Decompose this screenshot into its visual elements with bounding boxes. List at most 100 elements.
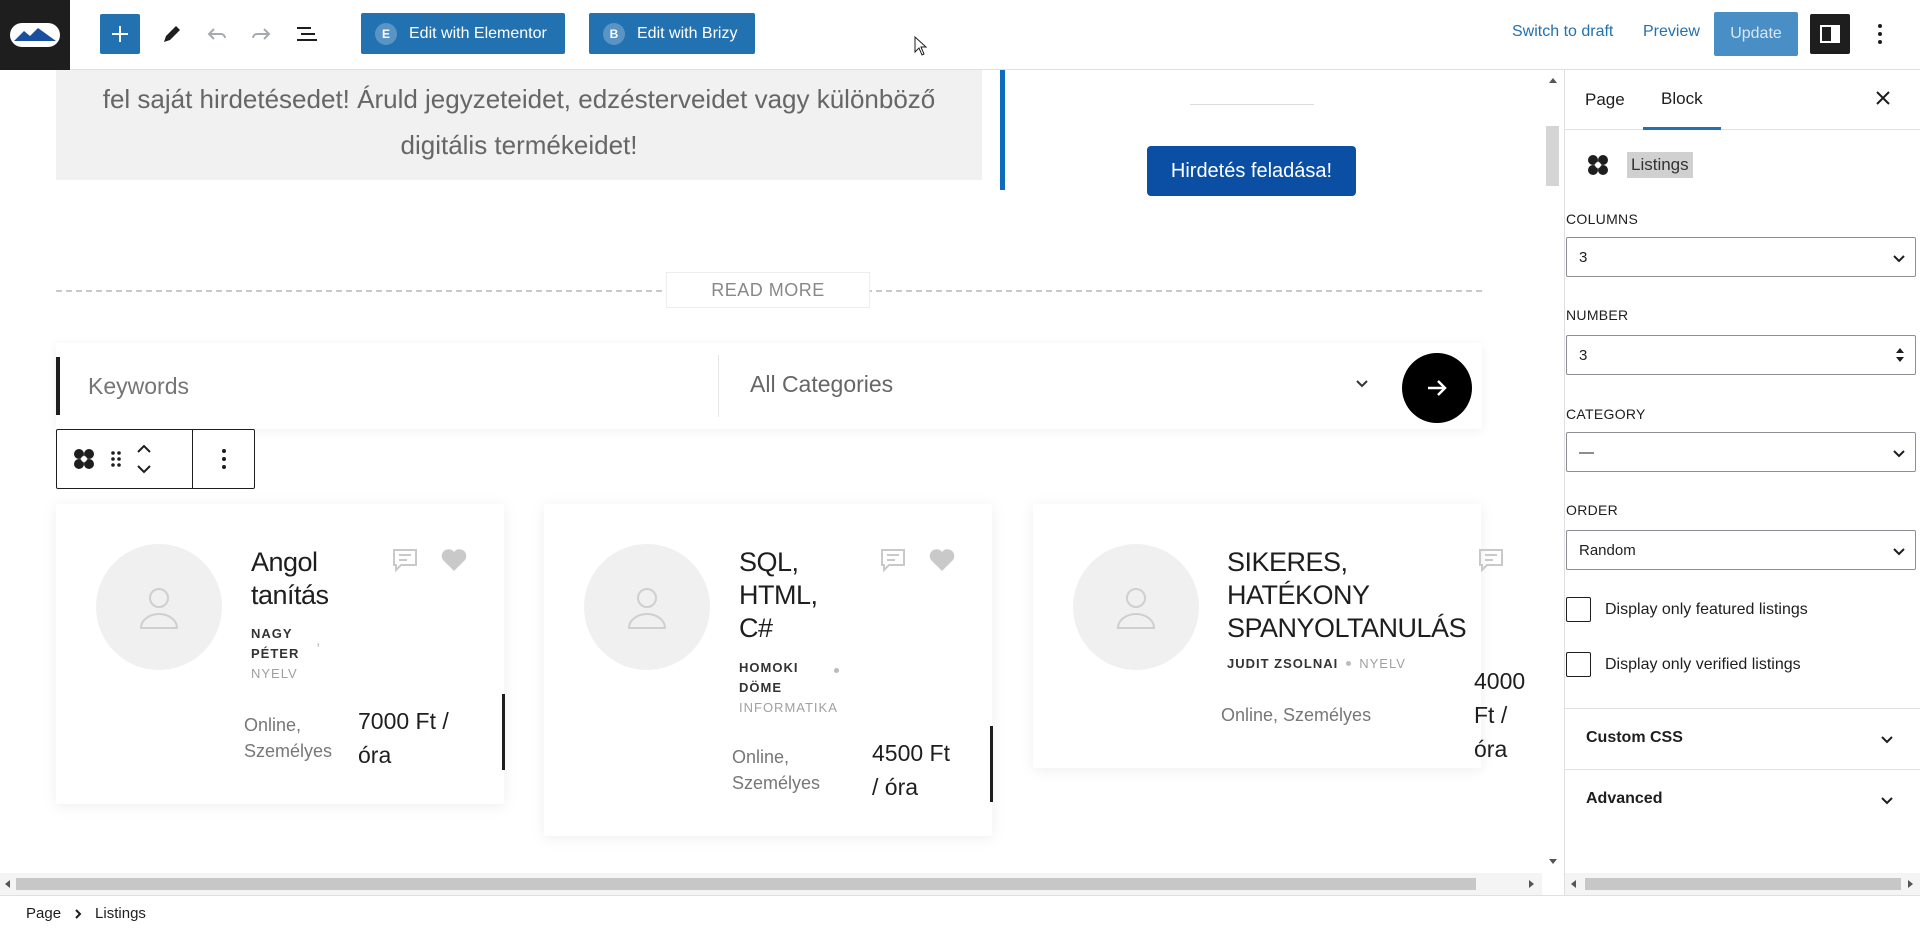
listing-card[interactable]: Angol tanítás NAGY PÉTER , NYELV Online,…: [56, 504, 505, 804]
message-icon[interactable]: [392, 548, 418, 572]
listing-location: Online, Személyes: [1221, 705, 1372, 725]
chevron-down-icon: [1893, 255, 1905, 263]
editor-canvas[interactable]: fel saját hirdetésedet! Áruld jegyzeteid…: [0, 70, 1542, 873]
move-up-down-icon[interactable]: [135, 441, 153, 477]
columns-value: 3: [1579, 248, 1588, 266]
card-edge: [502, 694, 505, 770]
canvas-vertical-scrollbar[interactable]: [1542, 70, 1564, 873]
category-select[interactable]: —: [1566, 432, 1916, 472]
message-icon[interactable]: [1478, 548, 1504, 572]
brizy-icon: B: [603, 22, 625, 45]
preview-button[interactable]: Preview: [1643, 23, 1700, 41]
number-input[interactable]: 3: [1566, 335, 1916, 375]
listing-price: 4500 Ft / óra: [872, 740, 950, 800]
arrow-right-icon: [1428, 380, 1447, 396]
order-select[interactable]: Random: [1566, 530, 1916, 570]
listing-author[interactable]: JUDIT ZSOLNAI: [1227, 656, 1338, 671]
panel-title: Custom CSS: [1586, 729, 1683, 746]
chevron-down-icon: [1893, 450, 1905, 458]
listing-title[interactable]: Angol tanítás: [251, 546, 351, 612]
listing-author[interactable]: HOMOKI DÖME: [739, 658, 819, 698]
keywords-input[interactable]: [88, 343, 728, 429]
site-logo[interactable]: [0, 0, 70, 70]
editor-top-bar: E Edit with Elementor B Edit with Brizy …: [0, 0, 1920, 70]
read-more-button[interactable]: READ MORE: [666, 272, 870, 308]
category-select[interactable]: All Categories: [750, 371, 893, 398]
listing-category[interactable]: NYELV: [1359, 656, 1406, 671]
scrollbar-thumb[interactable]: [1585, 878, 1901, 890]
edit-elementor-label: Edit with Elementor: [409, 24, 547, 42]
drag-handle-icon[interactable]: [109, 448, 123, 470]
canvas-horizontal-scrollbar[interactable]: [0, 873, 1542, 895]
verified-checkbox-row[interactable]: Display only verified listings: [1566, 652, 1801, 677]
redo-icon: [252, 28, 271, 40]
custom-css-panel[interactable]: Custom CSS: [1565, 708, 1920, 768]
message-icon[interactable]: [880, 548, 906, 572]
sidebar-tabs: Page Block: [1565, 70, 1920, 130]
accent-divider: [1000, 70, 1005, 190]
update-button[interactable]: Update: [1714, 12, 1798, 56]
undo-button[interactable]: [197, 14, 237, 54]
listing-actions: [1478, 548, 1504, 572]
listing-category[interactable]: NYELV: [251, 665, 298, 683]
listing-price-overflow: 4000 Ft / óra: [1474, 664, 1542, 766]
scrollbar-thumb[interactable]: [1546, 126, 1559, 186]
tab-page[interactable]: Page: [1585, 70, 1625, 130]
list-view-icon: [297, 27, 317, 41]
verified-checkbox[interactable]: [1566, 652, 1591, 677]
heart-icon[interactable]: [928, 548, 956, 572]
avatar: [584, 544, 710, 670]
listing-price: 7000 Ft / óra: [358, 708, 449, 768]
sidebar-horizontal-scrollbar[interactable]: [1565, 873, 1920, 895]
listing-location: Online, Személyes: [244, 715, 333, 761]
block-options-button[interactable]: [193, 430, 254, 488]
breadcrumb-page[interactable]: Page: [26, 905, 61, 922]
scroll-down-icon: [1549, 859, 1557, 864]
verified-label: Display only verified listings: [1605, 655, 1801, 673]
block-title: Listings: [1627, 152, 1693, 178]
panel-title: Advanced: [1586, 790, 1663, 807]
switch-to-draft-button[interactable]: Switch to draft: [1512, 23, 1613, 41]
breadcrumb-listings[interactable]: Listings: [95, 905, 146, 922]
user-icon: [139, 588, 179, 629]
document-overview-button[interactable]: [287, 14, 327, 54]
columns-select[interactable]: 3: [1566, 237, 1916, 277]
listing-card[interactable]: SIKERES, HATÉKONY SPANYOLTANULÁS JUDIT Z…: [1033, 504, 1481, 768]
options-button[interactable]: [1862, 14, 1898, 54]
close-icon[interactable]: [1873, 88, 1893, 108]
meta-separator: ,: [316, 632, 321, 649]
listing-price: 4000 Ft / óra: [1474, 668, 1526, 762]
listing-title[interactable]: SQL, HTML, C#: [739, 546, 829, 645]
tools-button[interactable]: [152, 14, 192, 54]
scroll-left-icon: [1571, 880, 1576, 888]
listings-block-icon[interactable]: [71, 446, 97, 472]
add-block-button[interactable]: [100, 14, 140, 54]
edit-with-brizy-button[interactable]: B Edit with Brizy: [589, 13, 756, 54]
advanced-panel[interactable]: Advanced: [1565, 769, 1920, 829]
scroll-right-icon: [1908, 880, 1913, 888]
redo-button[interactable]: [241, 14, 281, 54]
listing-title[interactable]: SIKERES, HATÉKONY SPANYOLTANULÁS: [1227, 546, 1467, 645]
tab-block[interactable]: Block: [1643, 70, 1721, 130]
listing-meta: JUDIT ZSOLNAI NYELV: [1227, 656, 1406, 671]
pencil-icon: [164, 26, 180, 42]
listing-card[interactable]: SQL, HTML, C# HOMOKI DÖME INFORMATIKA On…: [544, 504, 993, 836]
listing-author[interactable]: NAGY PÉTER: [251, 624, 311, 664]
scroll-right-icon: [1529, 880, 1534, 888]
settings-toggle-button[interactable]: [1810, 14, 1850, 54]
chevron-down-icon: [1893, 548, 1905, 556]
edit-with-elementor-button[interactable]: E Edit with Elementor: [361, 13, 565, 54]
selected-indicator: [56, 357, 60, 415]
mouse-cursor-icon: [914, 36, 928, 56]
elementor-icon: E: [375, 22, 397, 45]
post-listing-button[interactable]: Hirdetés feladása!: [1147, 146, 1356, 196]
featured-checkbox-row[interactable]: Display only featured listings: [1566, 597, 1808, 622]
chevron-down-icon: [1356, 380, 1368, 388]
featured-checkbox[interactable]: [1566, 597, 1591, 622]
heart-icon[interactable]: [440, 548, 468, 572]
card-edge: [990, 726, 993, 802]
search-submit-button[interactable]: [1402, 353, 1472, 423]
scrollbar-thumb[interactable]: [16, 878, 1476, 890]
listing-category[interactable]: INFORMATIKA: [739, 699, 838, 717]
spinner-icon[interactable]: [1893, 345, 1907, 365]
